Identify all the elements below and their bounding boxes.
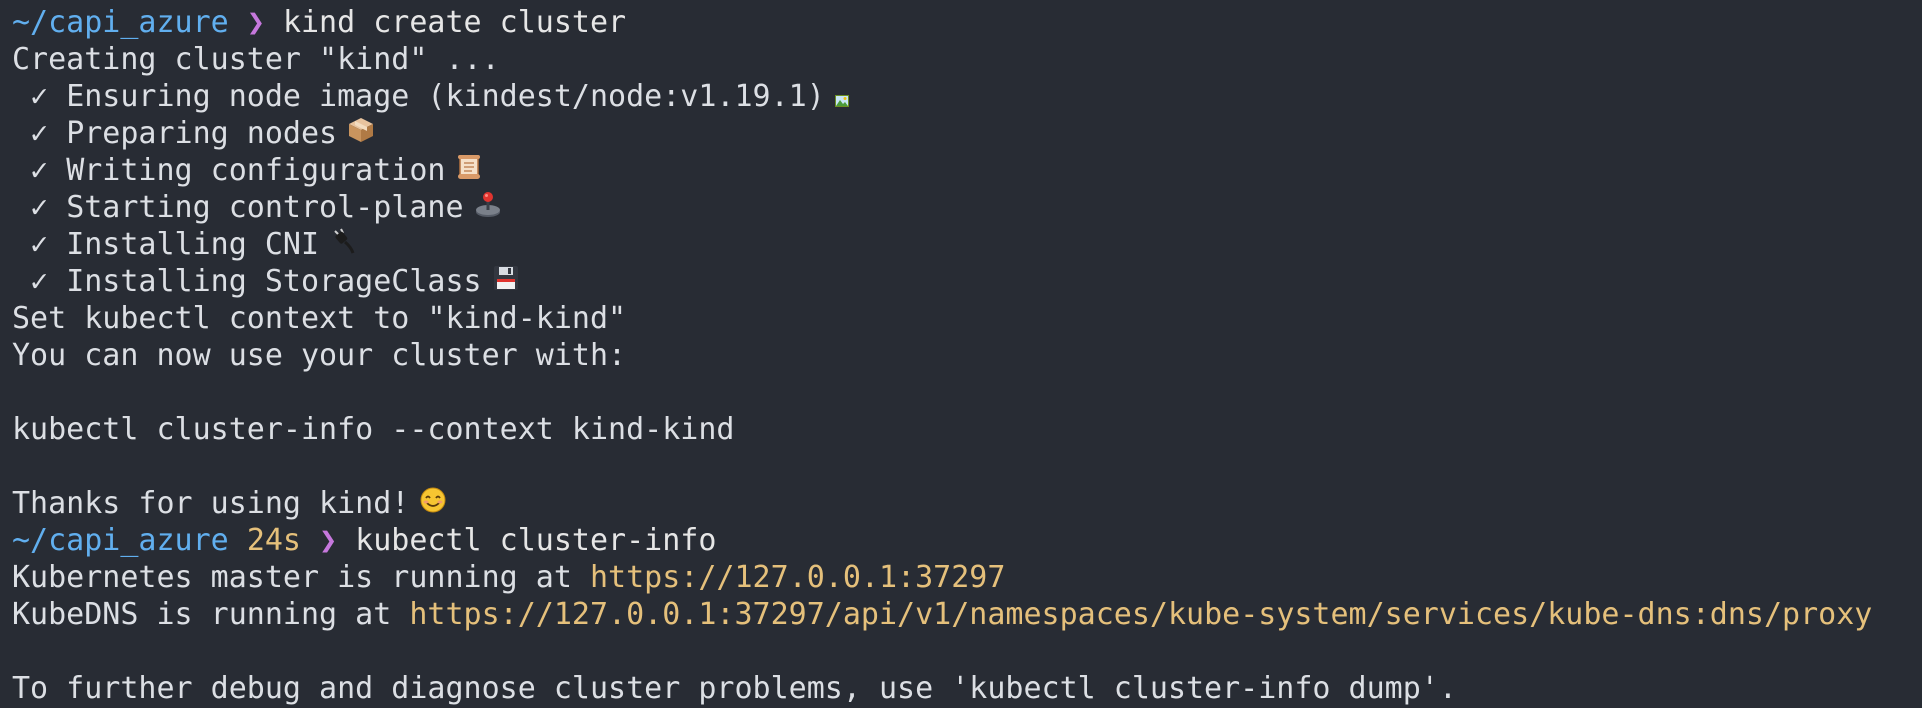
prompt-path: ~/capi_azure (12, 5, 229, 40)
floppy-disk-icon (492, 264, 520, 301)
check-icon: ✓ (30, 116, 49, 151)
output-line: Set kubectl context to "kind-kind" (12, 301, 627, 336)
check-icon: ✓ (30, 227, 49, 262)
thanks-text: Thanks for using kind! (12, 486, 410, 521)
package-box-icon (347, 116, 375, 153)
output-line: Kubernetes master is running at https://… (12, 559, 1922, 596)
step-line: ✓ Installing StorageClass (12, 263, 1922, 300)
step-line: ✓ Ensuring node image (kindest/node:v1.1… (12, 78, 1922, 115)
step-line: ✓ Preparing nodes (12, 115, 1922, 152)
output-line: KubeDNS is running at https://127.0.0.1:… (12, 596, 1922, 633)
dns-url-link[interactable]: https://127.0.0.1:37297/api/v1/namespace… (409, 597, 1872, 632)
joystick-icon (474, 190, 502, 227)
prompt-line-1: ~/capi_azure ❯ kind create cluster (12, 4, 1922, 41)
output-line: kubectl cluster-info --context kind-kind (12, 412, 735, 447)
step-line: ✓ Starting control-plane (12, 189, 1922, 226)
output-line: To further debug and diagnose cluster pr… (12, 671, 1457, 706)
command-text: kind create cluster (282, 5, 627, 40)
prompt-duration: 24s (246, 523, 301, 558)
terminal-window[interactable]: ~/capi_azure ❯ kind create cluster Creat… (0, 0, 1922, 708)
prompt-chevron: ❯ (246, 5, 265, 40)
step-text: Writing configuration (66, 153, 446, 188)
output-line: Creating cluster "kind" ... (12, 42, 500, 77)
step-line: ✓ Writing configuration (12, 152, 1922, 189)
master-url-link[interactable]: https://127.0.0.1:37297 (590, 560, 1005, 595)
plug-icon (329, 227, 357, 264)
step-text: Installing CNI (66, 227, 320, 262)
output-line: Thanks for using kind! (12, 485, 1922, 522)
scroll-icon (455, 153, 483, 190)
step-text: Installing StorageClass (66, 264, 482, 299)
prompt-chevron: ❯ (319, 523, 338, 558)
prompt-line-2: ~/capi_azure 24s ❯ kubectl cluster-info (12, 522, 1922, 559)
image-icon (834, 79, 849, 116)
step-text: Starting control-plane (66, 190, 464, 225)
check-icon: ✓ (30, 79, 49, 114)
check-icon: ✓ (30, 190, 49, 225)
master-prefix: Kubernetes master is running at (12, 560, 590, 595)
prompt-path: ~/capi_azure (12, 523, 229, 558)
step-text: Preparing nodes (66, 116, 338, 151)
command-text: kubectl cluster-info (355, 523, 717, 558)
output-line: You can now use your cluster with: (12, 338, 627, 373)
check-icon: ✓ (30, 153, 49, 188)
smiling-face-icon (419, 486, 447, 523)
dns-prefix: KubeDNS is running at (12, 597, 410, 632)
step-line: ✓ Installing CNI (12, 226, 1922, 263)
step-text: Ensuring node image (kindest/node:v1.19.… (66, 79, 825, 114)
check-icon: ✓ (30, 264, 49, 299)
